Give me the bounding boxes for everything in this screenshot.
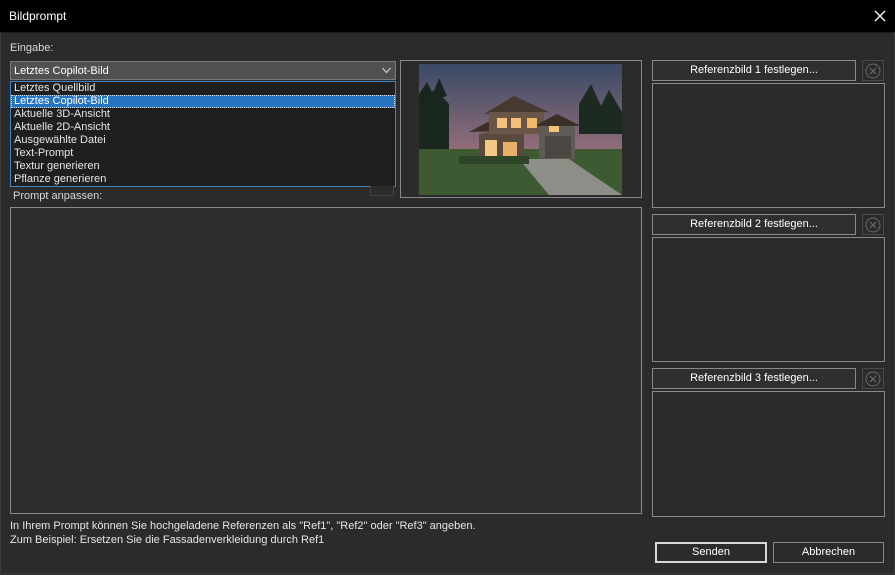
reference-2-preview: [652, 237, 885, 362]
dropdown-option-ausgewaehlte-datei[interactable]: Ausgewählte Datei: [11, 134, 395, 147]
clear-reference-1-button[interactable]: [862, 60, 884, 81]
dropdown-option-textur-generieren[interactable]: Textur generieren: [11, 160, 395, 173]
input-select[interactable]: Letztes Copilot-Bild: [10, 61, 396, 80]
reference-3-preview: [652, 391, 885, 517]
cancel-button[interactable]: Abbrechen: [773, 542, 884, 563]
dropdown-option-aktuelle-3d-ansicht[interactable]: Aktuelle 3D-Ansicht: [11, 108, 395, 121]
close-icon: [874, 10, 886, 22]
input-label: Eingabe:: [10, 42, 54, 54]
set-reference-2-button[interactable]: Referenzbild 2 festlegen...: [652, 214, 856, 235]
dropdown-option-letztes-copilot-bild[interactable]: Letztes Copilot-Bild: [11, 95, 395, 108]
hint-line-2: Zum Beispiel: Ersetzen Sie die Fassadenv…: [10, 534, 325, 546]
dropdown-option-text-prompt[interactable]: Text-Prompt: [11, 147, 395, 160]
clear-reference-2-button[interactable]: [862, 214, 884, 235]
dropdown-option-letztes-quellbild[interactable]: Letztes Quellbild: [11, 82, 395, 95]
reference-1-preview: [652, 83, 885, 208]
house-render-image: [419, 64, 622, 195]
clear-circle-icon: [865, 217, 881, 232]
input-dropdown-list: Letztes Quellbild Letztes Copilot-Bild A…: [10, 81, 396, 187]
clear-circle-icon: [865, 63, 881, 78]
hint-line-1: In Ihrem Prompt können Sie hochgeladene …: [10, 520, 476, 532]
dropdown-option-aktuelle-2d-ansicht[interactable]: Aktuelle 2D-Ansicht: [11, 121, 395, 134]
dropdown-option-pflanze-generieren[interactable]: Pflanze generieren: [11, 173, 395, 186]
input-select-value: Letztes Copilot-Bild: [14, 65, 109, 77]
title-bar: Bildprompt: [0, 0, 895, 33]
set-reference-3-button[interactable]: Referenzbild 3 festlegen...: [652, 368, 856, 389]
partially-hidden-button[interactable]: [370, 186, 394, 196]
chevron-down-icon: [382, 67, 391, 74]
prompt-textarea[interactable]: [10, 207, 642, 514]
send-button[interactable]: Senden: [655, 542, 767, 563]
clear-reference-3-button[interactable]: [862, 368, 884, 389]
close-button[interactable]: [865, 0, 895, 32]
set-reference-1-button[interactable]: Referenzbild 1 festlegen...: [652, 60, 856, 81]
clear-circle-icon: [865, 371, 881, 386]
window-title: Bildprompt: [9, 9, 67, 23]
prompt-label: Prompt anpassen:: [13, 190, 103, 202]
source-image-preview: [400, 60, 642, 198]
